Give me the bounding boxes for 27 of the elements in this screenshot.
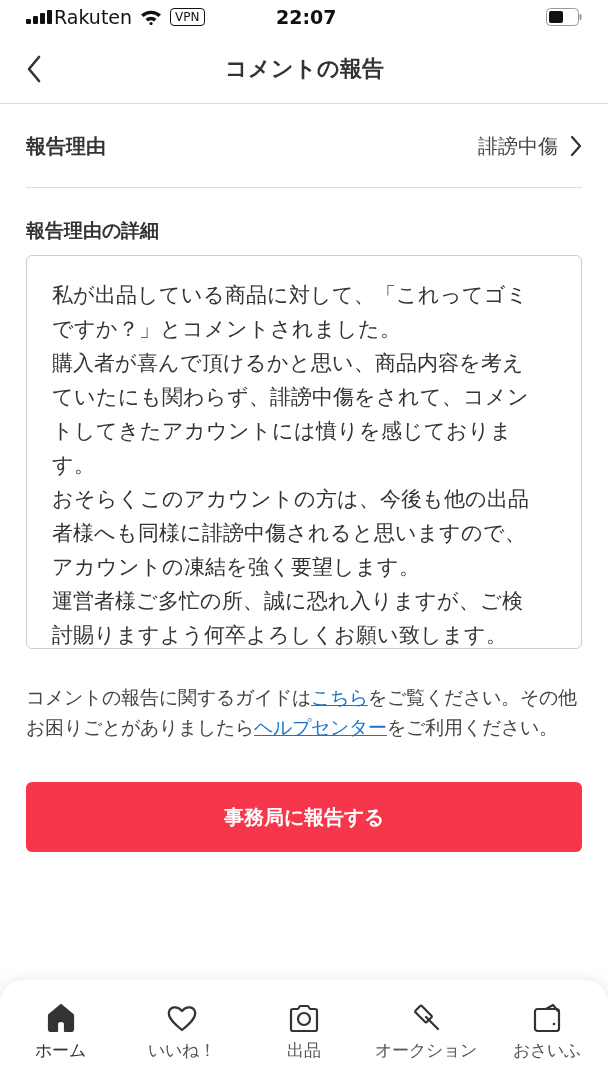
guide-text: コメントの報告に関するガイドはこちら をご覧ください。その他お困りごとがありましたらヘルプセンターをご利用ください。	[26, 684, 578, 740]
page-title: コメントの報告	[224, 55, 384, 83]
reason-value: 誹謗中傷	[478, 132, 558, 160]
battery-icon	[546, 8, 582, 26]
reason-label: 報告理由	[26, 132, 106, 160]
tab-item[interactable]: 出品	[249, 1002, 359, 1080]
details-paragraph: おそらくこのアカウントの方は、今後も他の出品者様へも同様に誹謗中傷されると思いますので、アカウントの凍結を強く要望します。	[52, 485, 530, 581]
details-paragraph: 購入者が喜んで頂けるかと思い、商品内容を考えていたにも関わらず、誹謗中傷をされて、コメントしてきたアカウントには憤りを感じております。	[52, 349, 530, 479]
guide-link[interactable]: ヘルプセンター	[254, 715, 387, 738]
details-label: 報告理由の詳細	[26, 218, 160, 243]
details-paragraph: 運営者様ご多忙の所、誠に恐れ入りますが、ご検討賜りますよう何卒よろしくお願い致します。	[52, 587, 524, 649]
details-field[interactable]	[26, 254, 582, 649]
back-icon	[26, 54, 42, 83]
guide-link[interactable]: こちら	[311, 685, 368, 708]
chevron-right-icon	[570, 134, 582, 157]
clock-time: 22:07	[276, 4, 337, 30]
wifi-icon	[140, 9, 163, 25]
details-paragraph: 私が出品している商品に対して、「これってゴミですか？」とコメントされました。	[52, 281, 529, 343]
tab-item[interactable]: いいね！	[127, 1002, 238, 1080]
camera-icon	[288, 1002, 320, 1034]
report-button[interactable]: 事務局に報告する	[26, 781, 582, 852]
carrier-name: Rakuten	[54, 4, 133, 30]
reason-row[interactable]: 報告理由 誹謗中傷	[26, 104, 582, 188]
tab-item[interactable]: ホーム	[5, 1002, 116, 1080]
vpn-badge: VPN	[170, 8, 205, 26]
tab-item[interactable]: オークション	[370, 1002, 481, 1080]
tab-item[interactable]: おさいふ	[492, 1002, 603, 1080]
